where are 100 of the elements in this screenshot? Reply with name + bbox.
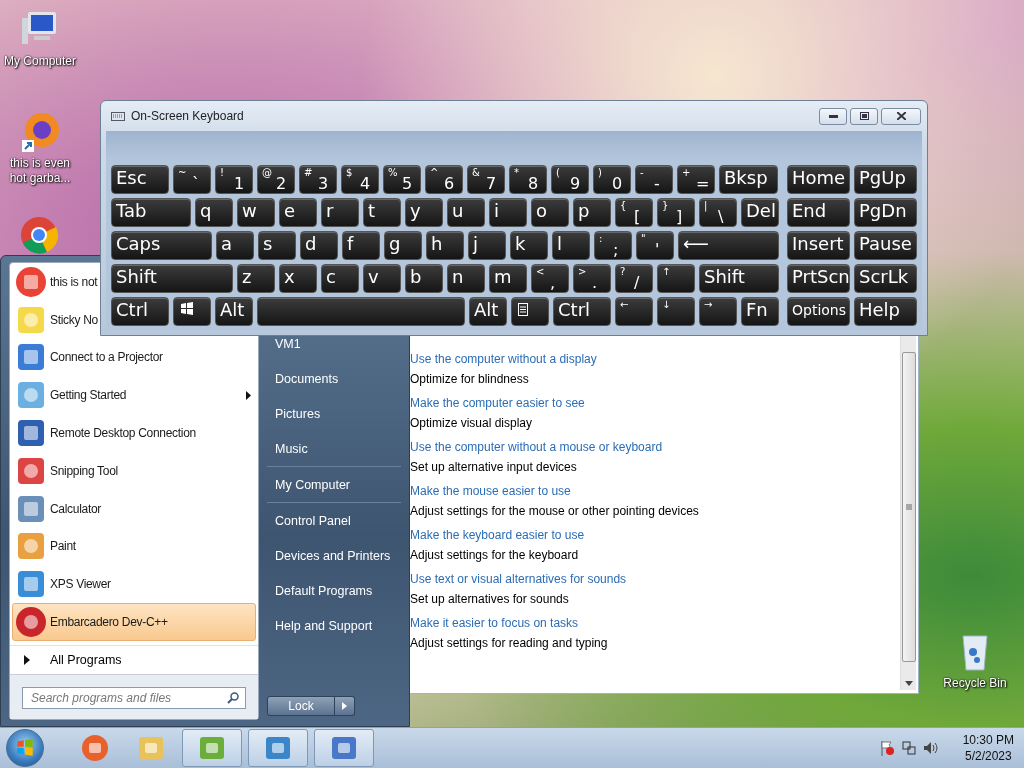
power-options-button[interactable] xyxy=(335,696,355,716)
minimize-button[interactable] xyxy=(819,107,847,125)
program-item[interactable]: XPS Viewer xyxy=(12,565,116,604)
keyboard-key[interactable]: ScrLk xyxy=(854,264,917,293)
keyboard-key[interactable]: End xyxy=(787,198,850,227)
settings-link[interactable]: Make the mouse easier to use xyxy=(410,484,900,499)
keyboard-key[interactable]: Alt xyxy=(215,297,253,326)
keyboard-key[interactable]: ← xyxy=(615,297,653,326)
keyboard-key[interactable]: x xyxy=(279,264,317,293)
keyboard-key[interactable]: Alt xyxy=(469,297,507,326)
places-item[interactable]: Devices and Printers xyxy=(267,538,401,573)
keyboard-key[interactable]: ( 9 xyxy=(551,165,589,194)
places-item[interactable]: Music xyxy=(267,431,401,466)
network-icon[interactable] xyxy=(900,740,917,756)
keyboard-key[interactable]: Shift xyxy=(111,264,233,293)
program-item[interactable]: Remote Desktop Connection xyxy=(12,414,201,452)
places-item[interactable]: Help and Support xyxy=(267,608,401,643)
keyboard-key[interactable]: | \ xyxy=(699,198,737,227)
settings-link[interactable]: Make the keyboard easier to use xyxy=(410,528,900,543)
program-item[interactable]: Sticky No xyxy=(12,300,103,339)
keyboard-key[interactable]: c xyxy=(321,264,359,293)
keyboard-key[interactable]: Home xyxy=(787,165,850,194)
keyboard-key[interactable]: Ctrl xyxy=(553,297,611,326)
settings-link[interactable]: Make the computer easier to see xyxy=(410,396,900,411)
space-key[interactable] xyxy=(257,297,465,326)
keyboard-key[interactable]: v xyxy=(363,264,401,293)
keyboard-key[interactable]: ⟵ xyxy=(678,231,779,260)
settings-link[interactable]: Use the computer without a mouse or keyboard xyxy=(410,440,900,455)
keyboard-key[interactable]: } ] xyxy=(657,198,695,227)
keyboard-key[interactable]: g xyxy=(384,231,422,260)
keyboard-key[interactable]: # 3 xyxy=(299,165,337,194)
program-item[interactable]: Calculator xyxy=(12,489,107,528)
flag-icon[interactable] xyxy=(878,740,895,756)
scroll-down-icon[interactable] xyxy=(904,681,913,686)
keyboard-key[interactable]: o xyxy=(531,198,569,227)
keyboard-key[interactable]: w xyxy=(237,198,275,227)
settings-link[interactable]: Use the computer without a display xyxy=(410,352,900,367)
keyboard-key[interactable]: j xyxy=(468,231,506,260)
keyboard-key[interactable]: & 7 xyxy=(467,165,505,194)
keyboard-key[interactable]: Bksp xyxy=(719,165,778,194)
keyboard-key[interactable]: > . xyxy=(573,264,611,293)
keyboard-key[interactable]: PgUp xyxy=(854,165,917,194)
windows-key[interactable] xyxy=(173,297,211,326)
keyboard-key[interactable]: z xyxy=(237,264,275,293)
keyboard-key[interactable]: Pause xyxy=(854,231,917,260)
menu-key[interactable] xyxy=(511,297,549,326)
keyboard-key[interactable]: Ctrl xyxy=(111,297,169,326)
keyboard-key[interactable]: d xyxy=(300,231,338,260)
close-button[interactable] xyxy=(881,107,921,125)
taskbar-app-button[interactable] xyxy=(248,729,308,767)
settings-link[interactable]: Make it easier to focus on tasks xyxy=(410,616,900,631)
program-item[interactable]: Getting Started xyxy=(12,376,256,415)
keyboard-key[interactable]: p xyxy=(573,198,611,227)
keyboard-key[interactable]: @ 2 xyxy=(257,165,295,194)
keyboard-key[interactable]: h xyxy=(426,231,464,260)
keyboard-key[interactable]: Caps xyxy=(111,231,212,260)
keyboard-key[interactable]: q xyxy=(195,198,233,227)
places-item[interactable]: Pictures xyxy=(267,396,401,431)
keyboard-key[interactable]: n xyxy=(447,264,485,293)
keyboard-key[interactable]: ^ 6 xyxy=(425,165,463,194)
keyboard-key[interactable]: l xyxy=(552,231,590,260)
keyboard-key[interactable]: ! 1 xyxy=(215,165,253,194)
places-item[interactable]: Documents xyxy=(267,361,401,396)
start-button[interactable] xyxy=(6,729,44,767)
keyboard-key[interactable]: % 5 xyxy=(383,165,421,194)
keyboard-key[interactable]: - - xyxy=(635,165,673,194)
keyboard-key[interactable]: f xyxy=(342,231,380,260)
keyboard-key[interactable]: ? / xyxy=(615,264,653,293)
program-item[interactable]: Snipping Tool xyxy=(12,451,123,490)
keyboard-key[interactable]: t xyxy=(363,198,401,227)
clock[interactable]: 10:30 PM 5/2/2023 xyxy=(962,733,1014,763)
keyboard-key[interactable]: a xyxy=(216,231,254,260)
keyboard-key[interactable]: { [ xyxy=(615,198,653,227)
keyboard-key[interactable]: → xyxy=(699,297,737,326)
volume-icon[interactable] xyxy=(922,740,939,756)
program-item[interactable]: Embarcadero Dev-C++ xyxy=(12,603,256,641)
keyboard-key[interactable]: Help xyxy=(854,297,917,326)
program-item[interactable]: Paint xyxy=(12,527,81,566)
keyboard-key[interactable]: + = xyxy=(677,165,715,194)
places-item[interactable]: Control Panel xyxy=(267,502,401,538)
keyboard-key[interactable]: " ' xyxy=(636,231,674,260)
vertical-scrollbar[interactable] xyxy=(900,336,916,690)
keyboard-key[interactable]: m xyxy=(489,264,527,293)
keyboard-key[interactable]: i xyxy=(489,198,527,227)
maximize-button[interactable] xyxy=(850,107,878,125)
keyboard-key[interactable]: Fn xyxy=(741,297,779,326)
keyboard-key[interactable]: s xyxy=(258,231,296,260)
search-field[interactable]: Search programs and files xyxy=(22,687,246,710)
keyboard-key[interactable]: * 8 xyxy=(509,165,547,194)
keyboard-key[interactable]: $ 4 xyxy=(341,165,379,194)
keyboard-key[interactable]: < , xyxy=(531,264,569,293)
keyboard-key[interactable]: k xyxy=(510,231,548,260)
taskbar-app-button[interactable] xyxy=(182,729,242,767)
keyboard-key[interactable]: r xyxy=(321,198,359,227)
keyboard-key[interactable]: ) 0 xyxy=(593,165,631,194)
keyboard-key[interactable]: : ; xyxy=(594,231,632,260)
taskbar-app-button[interactable] xyxy=(314,729,374,767)
keyboard-key[interactable]: ↓ xyxy=(657,297,695,326)
keyboard-key[interactable]: Shift xyxy=(699,264,779,293)
places-item[interactable]: Default Programs xyxy=(267,573,401,608)
